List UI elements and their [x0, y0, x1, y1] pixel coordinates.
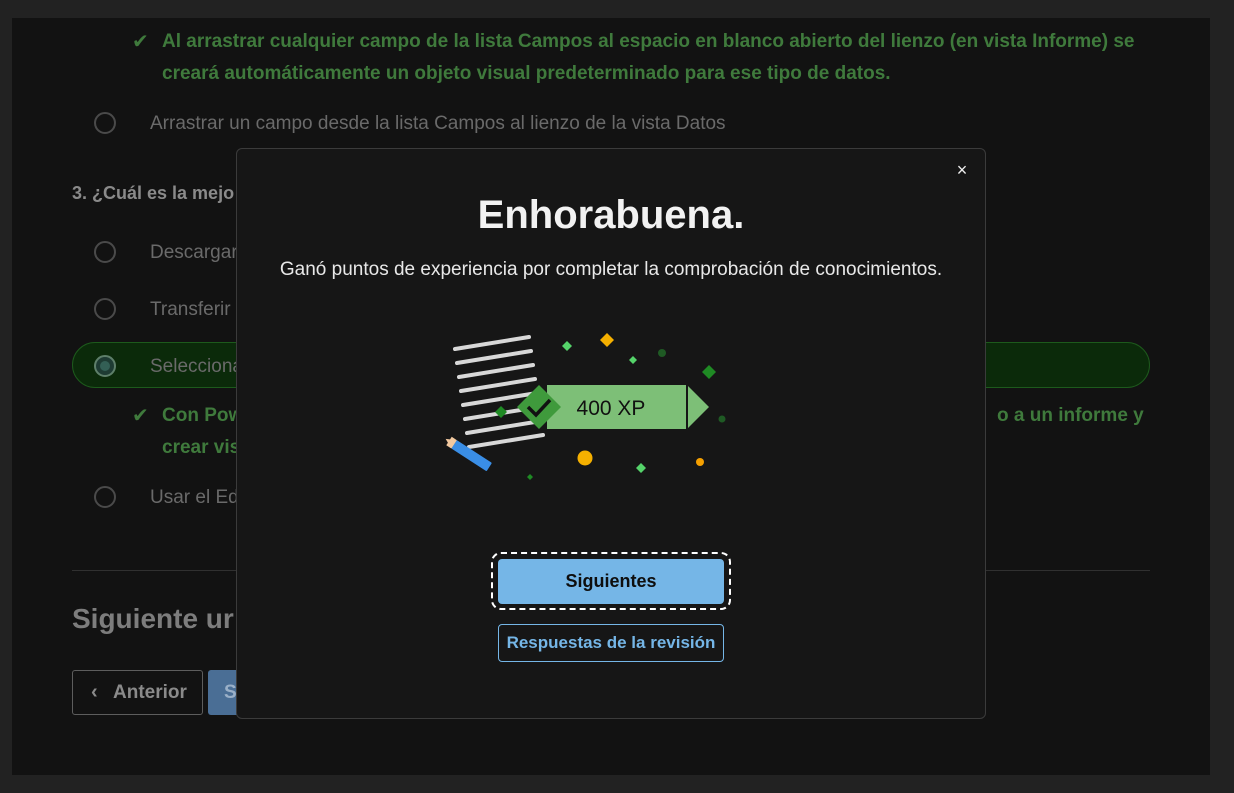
dialog-subtitle: Ganó puntos de experiencia por completar… — [279, 259, 943, 280]
option-label: Transferir — [150, 299, 231, 320]
feedback-1-line2: creará automáticamente un objeto visual … — [162, 63, 891, 84]
option-label: Arrastrar un campo desde la lista Campos… — [150, 113, 726, 134]
option-label: Selecciona — [150, 356, 243, 377]
dialog-title: Enhorabuena. — [477, 193, 745, 237]
checkmark-icon: ✔ — [132, 31, 149, 53]
chevron-left-icon: ‹ — [91, 681, 98, 703]
close-icon[interactable]: × — [951, 159, 973, 181]
feedback-2-line1-left: Con Pow — [162, 405, 244, 426]
radio-button[interactable] — [94, 298, 116, 320]
xp-celebration-illustration: 400 XP — [445, 333, 726, 480]
paper-lines-icon — [453, 335, 545, 449]
pencil-icon — [445, 436, 492, 471]
xp-badge-label: 400 XP — [577, 397, 646, 420]
radio-button[interactable] — [94, 241, 116, 263]
radio-button[interactable] — [94, 486, 116, 508]
option-label: Usar el Ed — [150, 487, 239, 508]
review-answers-button[interactable]: Respuestas de la revisión — [498, 624, 724, 662]
next-button[interactable]: Siguientes — [498, 559, 724, 604]
answer-feedback-1: ✔ Al arrastrar cualquier campo de la lis… — [132, 26, 1172, 90]
checkmark-icon: ✔ — [132, 405, 149, 427]
question-3-title: 3. ¿Cuál es la mejo — [72, 183, 235, 203]
xp-banner: 400 XP — [517, 385, 709, 429]
congratulations-dialog: × Enhorabuena. Ganó puntos de experienci… — [236, 148, 986, 719]
feedback-2-line1-right: o a un informe y — [997, 405, 1144, 426]
feedback-1-line1: Al arrastrar cualquier campo de la lista… — [162, 31, 1135, 52]
previous-button-label: Anterior — [113, 682, 187, 703]
page-frame: ✔ Al arrastrar cualquier campo de la lis… — [0, 0, 1234, 793]
previous-button[interactable]: ‹ Anterior — [72, 670, 203, 715]
radio-button[interactable] — [94, 112, 116, 134]
option-label: Descargar — [150, 242, 238, 263]
radio-button-selected[interactable] — [94, 355, 116, 377]
next-unit-heading: Siguiente ur — [72, 603, 234, 634]
